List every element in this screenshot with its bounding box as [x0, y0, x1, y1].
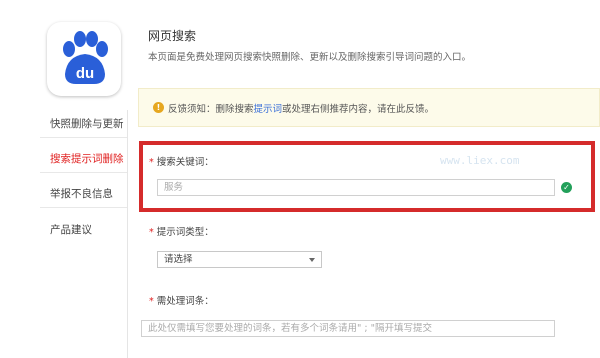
sidebar-item-label: 产品建议 — [50, 224, 92, 236]
sidebar-item-label: 快照删除与更新 — [50, 118, 124, 130]
terms-input[interactable]: 此处仅需填写您要处理的词条，若有多个词条请用" ; "隔开填写提交 — [141, 320, 555, 337]
logo-text: du — [76, 65, 94, 82]
divider — [40, 137, 127, 138]
type-select-value: 请选择 — [164, 254, 193, 265]
type-label: * 提示词类型： — [149, 224, 214, 238]
type-select[interactable]: 请选择 — [157, 251, 322, 268]
check-icon: ✓ — [561, 182, 572, 193]
notice-text: 反馈须知：删除搜索提示词或处理右侧推荐内容，请在此反馈。 — [168, 101, 434, 115]
sidebar-item-label: 举报不良信息 — [50, 188, 113, 200]
keyword-input[interactable]: 服务 — [157, 179, 555, 196]
notice-link[interactable]: 提示词 — [254, 104, 283, 115]
keyword-label-text: 搜索关键词： — [156, 157, 214, 168]
divider — [40, 172, 127, 173]
type-label-text: 提示词类型： — [156, 227, 214, 238]
chevron-down-icon — [309, 258, 315, 262]
required-star: * — [149, 227, 154, 238]
notice-prefix: 反馈须知：删除搜索 — [168, 104, 254, 115]
divider — [40, 207, 127, 208]
required-star: * — [149, 157, 154, 168]
exclamation-icon: ! — [153, 102, 164, 113]
sidebar-divider — [127, 110, 128, 358]
paw-icon: du — [63, 31, 108, 84]
terms-label: * 需处理词条： — [149, 293, 214, 307]
highlight-box — [139, 141, 595, 212]
sidebar: du 快照删除与更新 搜索提示词删除 举报不良信息 产品建议 — [0, 0, 127, 358]
baidu-logo: du — [47, 22, 121, 96]
required-star: * — [149, 296, 154, 307]
page-title: 网页搜索 — [148, 29, 197, 43]
page-description: 本页面是免费处理网页搜索快照删除、更新以及删除搜索引导词问题的入口。 — [148, 52, 472, 63]
notice-suffix: 或处理右侧推荐内容，请在此反馈。 — [282, 104, 435, 115]
sidebar-item-label: 搜索提示词删除 — [50, 153, 124, 165]
notice-banner: ! 反馈须知：删除搜索提示词或处理右侧推荐内容，请在此反馈。 — [138, 88, 600, 127]
terms-label-text: 需处理词条： — [156, 296, 214, 307]
keyword-label: * 搜索关键词： — [149, 154, 214, 168]
